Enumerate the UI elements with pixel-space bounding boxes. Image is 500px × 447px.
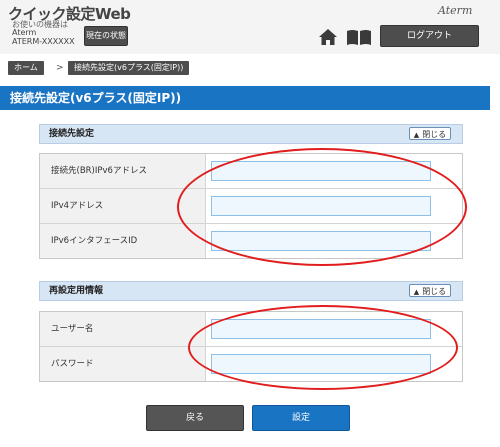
username-input[interactable] [211, 319, 431, 339]
section-title: 接続先設定 [49, 129, 95, 139]
form-row: ユーザー名 [40, 312, 462, 347]
chevron-up-icon: ▲ [413, 131, 420, 139]
aterm-logo: Aterm [438, 4, 473, 17]
page-title: 接続先設定(v6プラス(固定IP)) [0, 86, 490, 110]
connection-settings-table: 接続先(BR)IPv6アドレス IPv4アドレス IPv6インタフェースID [39, 153, 463, 259]
back-button[interactable]: 戻る [146, 405, 244, 431]
device-name-line2: ATERM-XXXXXX [12, 37, 75, 46]
password-input[interactable] [211, 354, 431, 374]
collapse-button[interactable]: ▲ 閉じる [409, 127, 451, 140]
reconfig-info-table: ユーザー名 パスワード [39, 311, 463, 382]
collapse-label: 閉じる [422, 130, 447, 139]
current-status-button[interactable]: 現在の状態 [84, 26, 128, 46]
section-header-connection: 接続先設定 ▲ 閉じる [39, 124, 463, 144]
br-ipv6-address-input[interactable] [211, 161, 431, 181]
ipv6-interface-id-input[interactable] [211, 231, 431, 251]
form-row: パスワード [40, 347, 462, 381]
collapse-button[interactable]: ▲ 閉じる [409, 284, 451, 297]
device-name-line1: Aterm [12, 28, 37, 37]
collapse-label: 閉じる [422, 287, 447, 296]
field-label: ユーザー名 [40, 312, 206, 346]
book-icon[interactable] [346, 29, 372, 46]
submit-button[interactable]: 設定 [252, 405, 350, 431]
header: クイック設定Web お使いの機器は Aterm ATERM-XXXXXX 現在の… [0, 0, 500, 54]
field-label: パスワード [40, 347, 206, 381]
field-label: IPv6インタフェースID [40, 224, 206, 258]
section-header-reconfig: 再設定用情報 ▲ 閉じる [39, 281, 463, 301]
breadcrumb-separator: > [56, 63, 64, 73]
home-icon[interactable] [318, 28, 338, 46]
field-label: 接続先(BR)IPv6アドレス [40, 154, 206, 188]
form-row: IPv4アドレス [40, 189, 462, 224]
logout-button[interactable]: ログアウト [380, 25, 479, 47]
field-label: IPv4アドレス [40, 189, 206, 223]
form-row: IPv6インタフェースID [40, 224, 462, 258]
section-title: 再設定用情報 [49, 286, 104, 296]
form-row: 接続先(BR)IPv6アドレス [40, 154, 462, 189]
breadcrumb-home[interactable]: ホーム [8, 61, 44, 75]
ipv4-address-input[interactable] [211, 196, 431, 216]
breadcrumb-current[interactable]: 接続先設定(v6プラス(固定IP)) [68, 61, 190, 75]
chevron-up-icon: ▲ [413, 288, 420, 296]
